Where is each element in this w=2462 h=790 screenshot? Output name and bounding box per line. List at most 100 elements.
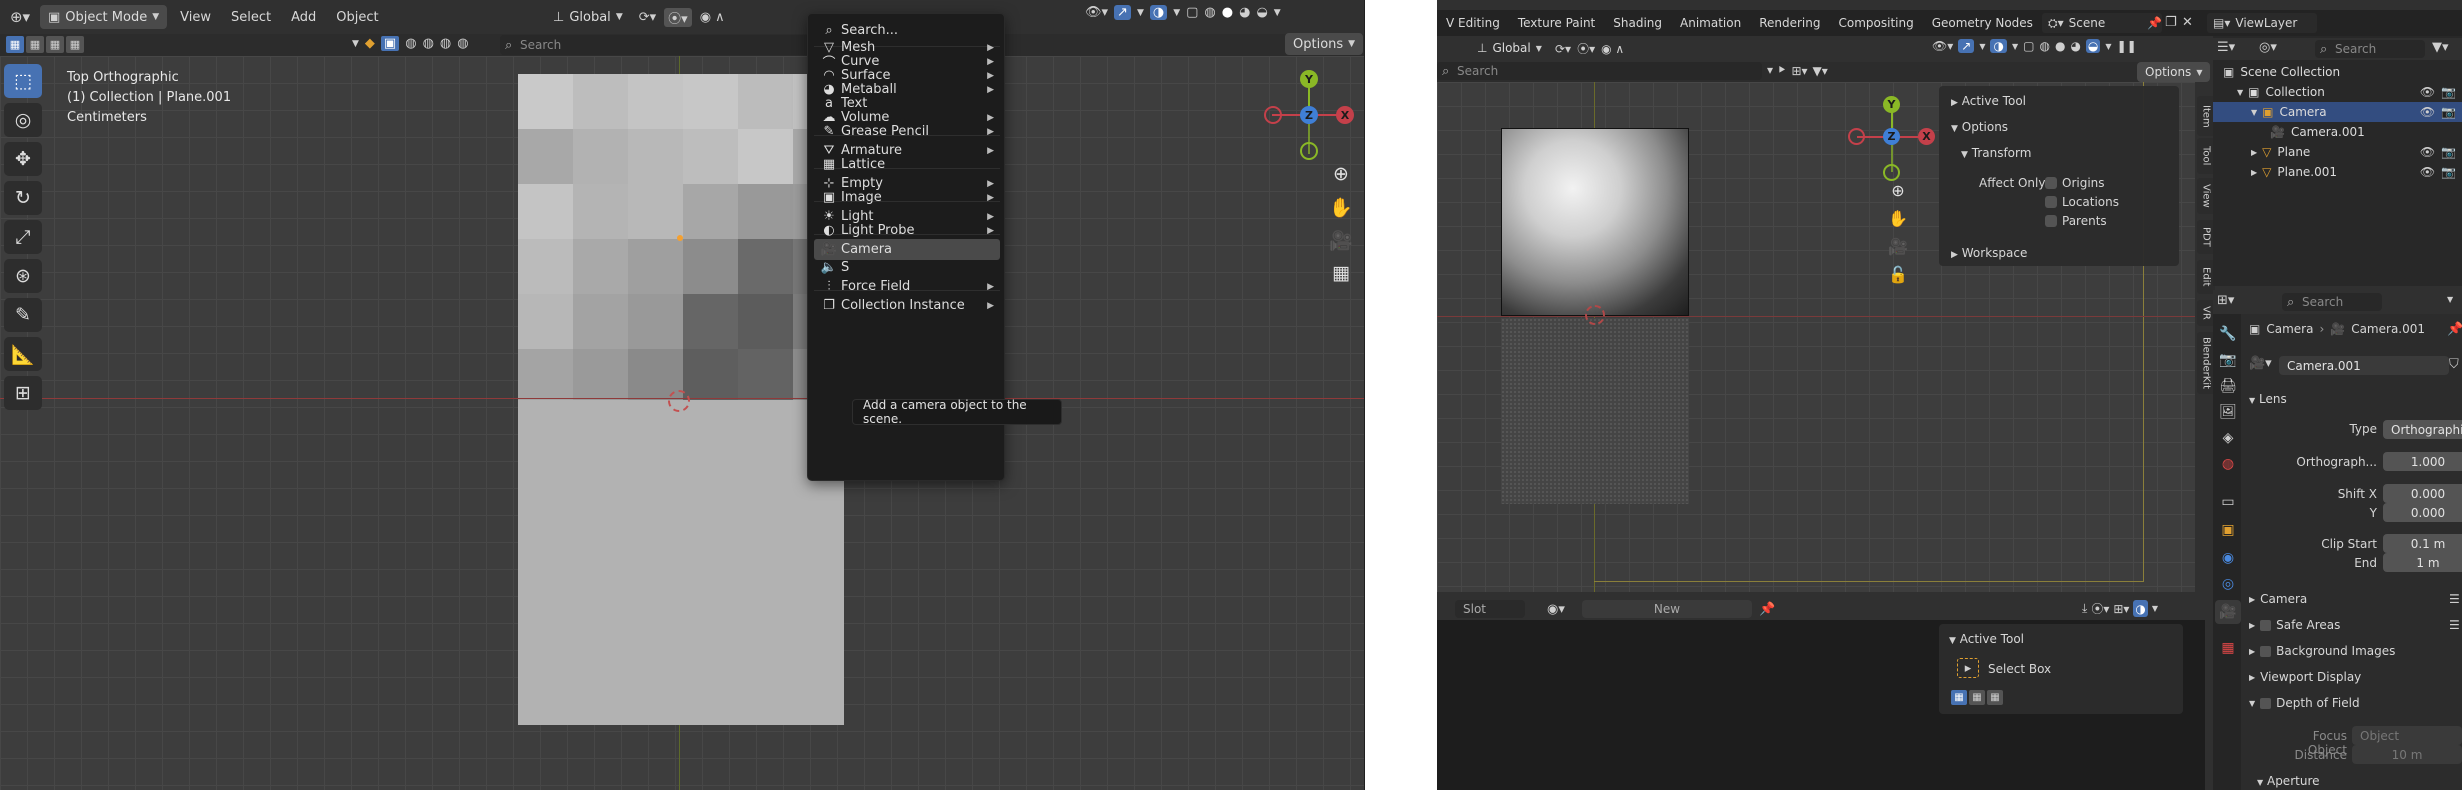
search-input[interactable]: Search — [1437, 62, 1762, 80]
xray-icon[interactable]: ▢ — [1186, 5, 1198, 20]
camera-datablock-icon[interactable]: 🎥▾ — [2249, 356, 2272, 371]
properties-type-icon[interactable]: ⊞▾ — [2217, 293, 2234, 308]
xray-icon[interactable]: ▢ — [2023, 39, 2034, 53]
shading-rendered-icon[interactable]: ◒ — [1256, 5, 1267, 20]
chevron-down-icon[interactable]: ▼ — [2012, 39, 2018, 53]
gizmo-toggle-icon[interactable]: ↗ — [1958, 39, 1975, 53]
outliner-type-icon[interactable]: ☰▾ — [2217, 40, 2235, 55]
subsection-safe-areas[interactable]: ▶ Safe Areas ☰ — [2249, 618, 2460, 632]
menu-view[interactable]: View — [173, 10, 218, 25]
shift-x-field[interactable]: 0.000 — [2383, 484, 2462, 503]
subsection-checkbox[interactable] — [2260, 619, 2272, 631]
shading-icon-b[interactable]: ◍ — [423, 36, 434, 51]
gizmo-z-icon[interactable]: Z — [1883, 128, 1900, 145]
distance-field[interactable]: 10 m — [2352, 745, 2462, 764]
workspace-tab[interactable]: Shading — [1604, 16, 1671, 30]
camera-data-tab-icon[interactable]: 🎥 — [2215, 600, 2241, 624]
menu-item-image[interactable]: ▣ Image ▶ — [814, 187, 1000, 208]
shading-icon-a[interactable]: ◍ — [405, 36, 416, 51]
transform-tool-icon[interactable]: ⊛ — [4, 259, 42, 293]
mode-dropdown[interactable]: ▣ Object Mode ▼ — [40, 5, 168, 29]
shift-y-field[interactable]: 0.000 — [2383, 503, 2462, 522]
outliner-row[interactable]: 🎥 Camera.001 — [2213, 122, 2462, 142]
collection-tab-icon[interactable]: ▭ — [2215, 490, 2241, 514]
perspective-toggle-icon[interactable]: ▦ — [1325, 259, 1357, 287]
viewport-shading-icon[interactable]: ▣ — [380, 36, 400, 51]
render-camera-icon[interactable]: 📷 — [2441, 165, 2456, 179]
outliner-row[interactable]: ▶ ▽ Plane.001 👁 📷 — [2213, 162, 2462, 182]
shading-icon-d[interactable]: ◍ — [457, 36, 468, 51]
options-dropdown[interactable]: Options ▼ — [1285, 33, 1364, 55]
visibility-icon[interactable]: 👁▾ — [1085, 5, 1108, 20]
gizmo-neg-x-icon[interactable] — [1848, 128, 1865, 145]
chevron-down-icon[interactable]: ▼ — [2105, 39, 2111, 53]
chevron-down-icon[interactable]: ▼ — [1173, 8, 1180, 18]
transform-orientation-dropdown[interactable]: ⊥ Global ▼ — [545, 5, 631, 29]
modifiers-tab-icon[interactable]: ◉ — [2215, 546, 2241, 570]
active-tool-section[interactable]: ▶ Active Tool — [1951, 94, 2026, 108]
navigation-gizmo[interactable]: Y X Z — [1262, 68, 1356, 162]
shading-wireframe-icon[interactable]: ◍ — [1204, 5, 1215, 20]
camera-render-preview[interactable] — [1501, 128, 1689, 316]
output-tab-icon[interactable]: 🖨 — [2215, 374, 2241, 398]
chevron-down-icon[interactable]: ▼ — [1137, 8, 1144, 18]
snap-icon[interactable]: ⦿▾ — [664, 7, 692, 27]
chevron-down-icon[interactable]: ▼ — [2152, 600, 2158, 617]
pin-icon[interactable]: 📌 — [2447, 322, 2462, 337]
select-mode-subtract-icon[interactable]: ▦ — [1987, 690, 2003, 705]
zoom-icon[interactable]: ⊕ — [1325, 160, 1357, 188]
snap-icon[interactable]: ⦿▾ — [2091, 600, 2109, 617]
pause-icon[interactable]: ❚❚ — [2117, 39, 2137, 53]
rotate-tool-icon[interactable]: ↻ — [4, 181, 42, 215]
slot-dropdown[interactable]: Slot — [1455, 600, 1525, 618]
shading-solid-icon[interactable]: ● — [1222, 5, 1233, 20]
menu-select[interactable]: Select — [224, 10, 278, 25]
clip-end-field[interactable]: 1 m — [2383, 553, 2462, 572]
select-mode-intersect-icon[interactable]: ▦ — [66, 36, 84, 53]
new-image-button[interactable]: New — [1582, 600, 1752, 618]
overlay-toggle-icon[interactable]: ◑ — [1149, 5, 1168, 20]
options-section[interactable]: ▼ Options — [1951, 120, 2008, 134]
select-box-tool-icon[interactable]: ⬚ — [4, 64, 42, 98]
select-mode-subtract-icon[interactable]: ▦ — [46, 36, 64, 53]
subsection-depth-of-field[interactable]: ▼ Depth of Field — [2249, 696, 2360, 710]
subsection-camera[interactable]: ▶ Camera ☰ — [2249, 592, 2460, 606]
gizmo-z-icon[interactable]: Z — [1300, 106, 1318, 124]
pan-hand-icon[interactable]: ✋ — [1882, 204, 1914, 232]
menu-item-s[interactable]: 🔈 S — [814, 257, 1000, 278]
render-camera-icon[interactable]: 📷 — [2441, 105, 2456, 119]
viewlayer-selector[interactable]: ▤▾ ViewLayer — [2207, 13, 2317, 33]
lens-section[interactable]: ▼ Lens — [2249, 392, 2287, 406]
subsection-viewport-display[interactable]: ▶ Viewport Display — [2249, 670, 2361, 684]
origins-checkbox[interactable] — [2045, 177, 2057, 189]
eye-icon[interactable]: 👁 — [2420, 145, 2435, 159]
outliner-row[interactable]: ▼ ▣ Collection 👁 📷 — [2213, 82, 2462, 102]
list-menu-icon[interactable]: ☰ — [2449, 618, 2460, 632]
outliner-search-input[interactable]: Search — [2315, 40, 2425, 58]
shading-icon-c[interactable]: ◍ — [440, 36, 451, 51]
datablock-field[interactable]: Camera.001 — [2279, 356, 2449, 375]
workspace-tab[interactable]: Texture Paint — [1509, 16, 1604, 30]
view-layer-tab-icon[interactable]: 🖼 — [2215, 400, 2241, 424]
display-mode-icon[interactable]: ◎▾ — [2259, 40, 2277, 55]
shading-rendered-icon[interactable]: ◒ — [2085, 39, 2101, 53]
texture-tab-icon[interactable]: ▦ — [2215, 636, 2241, 660]
focus-object-field[interactable]: Object — [2352, 726, 2462, 745]
image-browse-icon[interactable]: ◉▾ — [1547, 602, 1565, 617]
filter-icon[interactable]: ▼▾ — [2432, 40, 2449, 55]
world-tab-icon[interactable]: ◍ — [2215, 452, 2241, 476]
workspace-tab[interactable]: Geometry Nodes — [1923, 16, 2042, 30]
visibility-icon[interactable]: 👁▾ — [1932, 39, 1953, 53]
gizmo-y-icon[interactable]: Y — [1300, 70, 1318, 88]
type-dropdown[interactable]: Orthographic ▼ — [2383, 420, 2462, 439]
list-menu-icon[interactable]: ☰ — [2449, 592, 2460, 606]
scene-selector[interactable]: ⛭▾ Scene 📌 — [2042, 13, 2162, 33]
proportional-edit-icon[interactable]: ◉ ∧ — [1601, 40, 1624, 57]
measure-tool-icon[interactable]: 📐 — [4, 337, 42, 371]
workspace-section[interactable]: ▶ Workspace — [1951, 246, 2027, 260]
pin-icon[interactable]: 📌 — [1759, 602, 1775, 617]
workspace-tab[interactable]: V Editing — [1437, 16, 1509, 30]
shading-material-icon[interactable]: ◕ — [1239, 5, 1250, 20]
chevron-down-icon[interactable]: ▼ — [352, 36, 359, 51]
tool-tab-icon[interactable]: 🔧 — [2215, 322, 2241, 346]
